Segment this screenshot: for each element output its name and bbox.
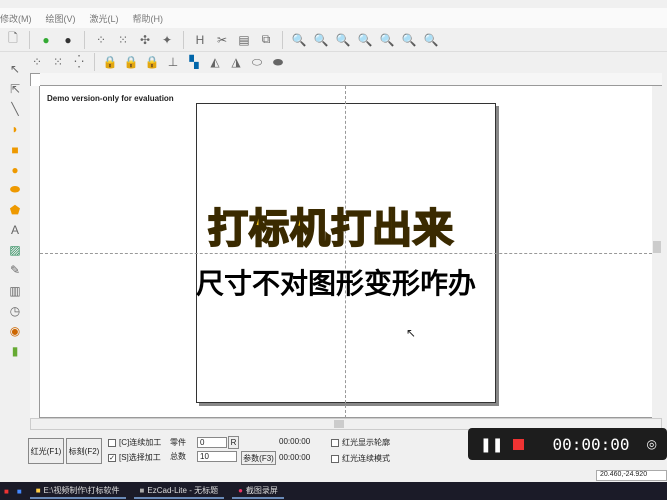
app-icon[interactable]: ■ <box>17 487 22 496</box>
reset-button[interactable]: R <box>228 436 239 449</box>
menu-bar: 修改(M) 绘图(V) 激光(L) 帮助(H) <box>0 8 667 28</box>
select-label: [S]选择加工 <box>119 453 161 462</box>
layer-order-icon[interactable]: ▚ <box>185 53 203 71</box>
stop-icon[interactable] <box>513 438 525 450</box>
curve-icon[interactable]: ◗ <box>6 120 24 138</box>
node-pointer-icon[interactable]: ⇱ <box>6 80 24 98</box>
ungroup-icon[interactable]: ⁙ <box>49 53 67 71</box>
vector-file-icon[interactable]: ✎ <box>6 261 24 279</box>
vertical-ruler <box>30 86 40 418</box>
node-select-icon[interactable]: ⁙ <box>114 31 132 49</box>
object-toolbar: ⁘ ⁙ ⁛ 🔒 🔒 🔒 ⊥ ▚ ◭ ◮ ⬭ ⬬ <box>28 52 667 72</box>
circle-icon[interactable]: ● <box>6 161 24 179</box>
taskbar: ■ ■ ■ E:\视频制作\打标软件 ■ EzCad-Lite - 无标题 ● 截图录… <box>0 482 667 500</box>
mouse-cursor-icon: ↖ <box>406 326 417 340</box>
draw-toolbar: ↖ ⇱ ╲ ◗ ■ ● ⬬ ⬟ A ▨ ✎ ▥ ◷ ◉ ▮ <box>4 60 26 360</box>
output-port-icon[interactable]: ▮ <box>6 342 24 360</box>
lock-all-icon[interactable]: 🔒 <box>143 53 161 71</box>
red-light-button[interactable]: 红光(F1) <box>28 438 64 464</box>
coordinate-readout: 20.460,-24.920 <box>596 470 667 481</box>
elapsed-time: 00:00:00 <box>279 437 311 446</box>
node-edit-icon[interactable]: ⁘ <box>92 31 110 49</box>
ellipse-icon[interactable]: ⬬ <box>6 181 24 199</box>
menu-laser[interactable]: 激光(L) <box>90 12 119 25</box>
screen-recorder-bar: ❚❚ 00:00:00 ◎ <box>468 428 667 460</box>
node-move-icon[interactable]: ✣ <box>136 31 154 49</box>
camera-icon[interactable]: ◎ <box>647 437 657 451</box>
zoom-fit-icon[interactable]: 🔍 <box>334 31 352 49</box>
total-count-field[interactable]: 10 <box>197 451 237 462</box>
mark-button[interactable]: 标刻(F2) <box>66 438 102 464</box>
red-continuous-checkbox[interactable] <box>331 454 339 463</box>
polygon-icon[interactable]: ⬟ <box>6 201 24 219</box>
part-label: 零件 <box>170 438 186 447</box>
horizontal-ruler <box>40 73 662 86</box>
pause-icon[interactable]: ❚❚ <box>480 436 503 453</box>
part-count-field[interactable]: 0 <box>197 437 227 448</box>
total-time: 00:00:00 <box>279 453 311 462</box>
hatch-icon[interactable]: H <box>191 31 209 49</box>
forward-icon[interactable]: ● <box>59 31 77 49</box>
text-icon[interactable]: A <box>6 221 24 239</box>
red-continuous-label: 红光连续模式 <box>342 454 390 463</box>
lock-icon[interactable]: 🔒 <box>101 53 119 71</box>
vertical-scrollbar[interactable] <box>652 86 662 418</box>
zoom-all-icon[interactable]: 🔍 <box>378 31 396 49</box>
new-file-icon[interactable]: 🗋 <box>4 31 22 49</box>
red-outline-checkbox[interactable] <box>331 438 339 447</box>
recording-timer: 00:00:00 <box>552 434 630 454</box>
taskbar-item-ezcad[interactable]: ■ EzCad-Lite - 无标题 <box>133 483 225 499</box>
zoom-in-icon[interactable]: 🔍 <box>312 31 330 49</box>
zoom-select-icon[interactable]: 🔍 <box>400 31 418 49</box>
taskbar-item-folder[interactable]: ■ E:\视频制作\打标软件 <box>29 483 126 499</box>
select-checkbox[interactable]: ✓ <box>108 453 116 462</box>
taskbar-item-recorder[interactable]: ● 截图录屏 <box>232 483 284 499</box>
back-icon[interactable]: ● <box>37 31 55 49</box>
overlay-title: 打标机打出来 <box>207 205 454 253</box>
menu-help[interactable]: 帮助(H) <box>133 12 164 25</box>
start-icon[interactable]: ■ <box>4 487 9 496</box>
unlock-icon[interactable]: 🔒 <box>122 53 140 71</box>
main-toolbar: 🗋 ● ● ⁘ ⁙ ✣ ✦ H ✂ ▤ ⧉ 🔍 🔍 🔍 🔍 🔍 🔍 🔍 <box>0 28 667 52</box>
total-label: 总数 <box>170 452 186 461</box>
image-icon[interactable]: ▨ <box>6 241 24 259</box>
red-outline-label: 红光显示轮廓 <box>342 438 390 447</box>
zoom-out-icon[interactable]: 🔍 <box>356 31 374 49</box>
ellipse-tool-icon[interactable]: ⬭ <box>248 53 266 71</box>
input-port-icon[interactable]: ◉ <box>6 322 24 340</box>
select-pointer-icon[interactable]: ↖ <box>6 60 24 78</box>
rectangle-icon[interactable]: ■ <box>6 141 24 159</box>
align-icon[interactable]: ⊥ <box>164 53 182 71</box>
menu-draw[interactable]: 绘图(V) <box>46 12 76 25</box>
params-button[interactable]: 参数(F3) <box>241 451 276 465</box>
timer-icon[interactable]: ◷ <box>6 302 24 320</box>
overlay-subtitle: 尺寸不对图形变形咋办 <box>196 267 477 300</box>
group-icon[interactable]: ⁘ <box>28 53 46 71</box>
continuous-checkbox[interactable] <box>108 438 116 447</box>
array-icon[interactable]: ⧉ <box>257 31 275 49</box>
mirror-v-icon[interactable]: ◮ <box>227 53 245 71</box>
barcode-icon[interactable]: ▥ <box>6 282 24 300</box>
demo-watermark: Demo version-only for evaluation <box>47 94 174 103</box>
node-fill-icon[interactable]: ✦ <box>158 31 176 49</box>
mirror-h-icon[interactable]: ◭ <box>206 53 224 71</box>
zoom-icon[interactable]: 🔍 <box>290 31 308 49</box>
zoom-page-icon[interactable]: 🔍 <box>422 31 440 49</box>
tools-icon[interactable]: ✂ <box>213 31 231 49</box>
ellipse-fill-icon[interactable]: ⬬ <box>269 53 287 71</box>
line-icon[interactable]: ╲ <box>6 100 24 118</box>
combine-icon[interactable]: ⁛ <box>70 53 88 71</box>
menu-modify[interactable]: 修改(M) <box>0 12 32 25</box>
document-icon[interactable]: ▤ <box>235 31 253 49</box>
continuous-label: [C]连续加工 <box>119 438 162 447</box>
